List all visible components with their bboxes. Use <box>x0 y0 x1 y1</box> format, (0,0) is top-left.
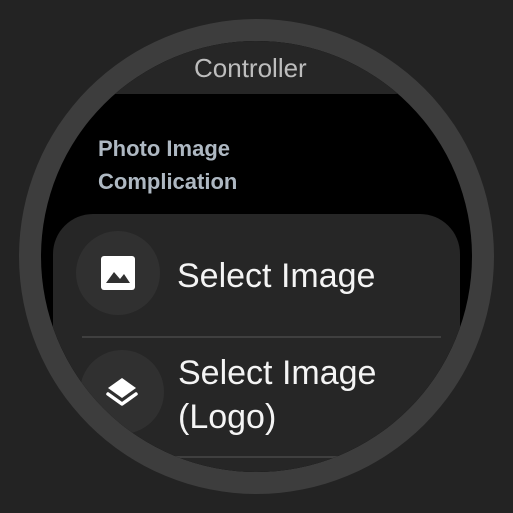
select-image-logo-text: Select Image (Logo) <box>178 354 377 436</box>
section-title: Photo Image Complication <box>98 136 238 194</box>
app-icon <box>97 41 177 49</box>
options-card: Select Image Select Image (Logo) <box>53 214 460 472</box>
watch-stage: Controller Photo Image Complication Sele… <box>0 0 513 513</box>
select-image-button[interactable]: Select Image <box>53 214 460 337</box>
divider <box>141 456 351 458</box>
image-icon <box>76 231 160 315</box>
controller-chip[interactable]: Controller <box>41 41 420 94</box>
select-image-logo-button[interactable]: Select Image (Logo) <box>53 338 460 456</box>
select-image-label: Select Image <box>177 257 376 295</box>
controller-label: Controller <box>194 53 307 83</box>
select-image-logo-label: Select Image (Logo) <box>178 351 376 439</box>
watch-screen: Controller Photo Image Complication Sele… <box>41 41 472 472</box>
layers-icon <box>80 350 164 434</box>
